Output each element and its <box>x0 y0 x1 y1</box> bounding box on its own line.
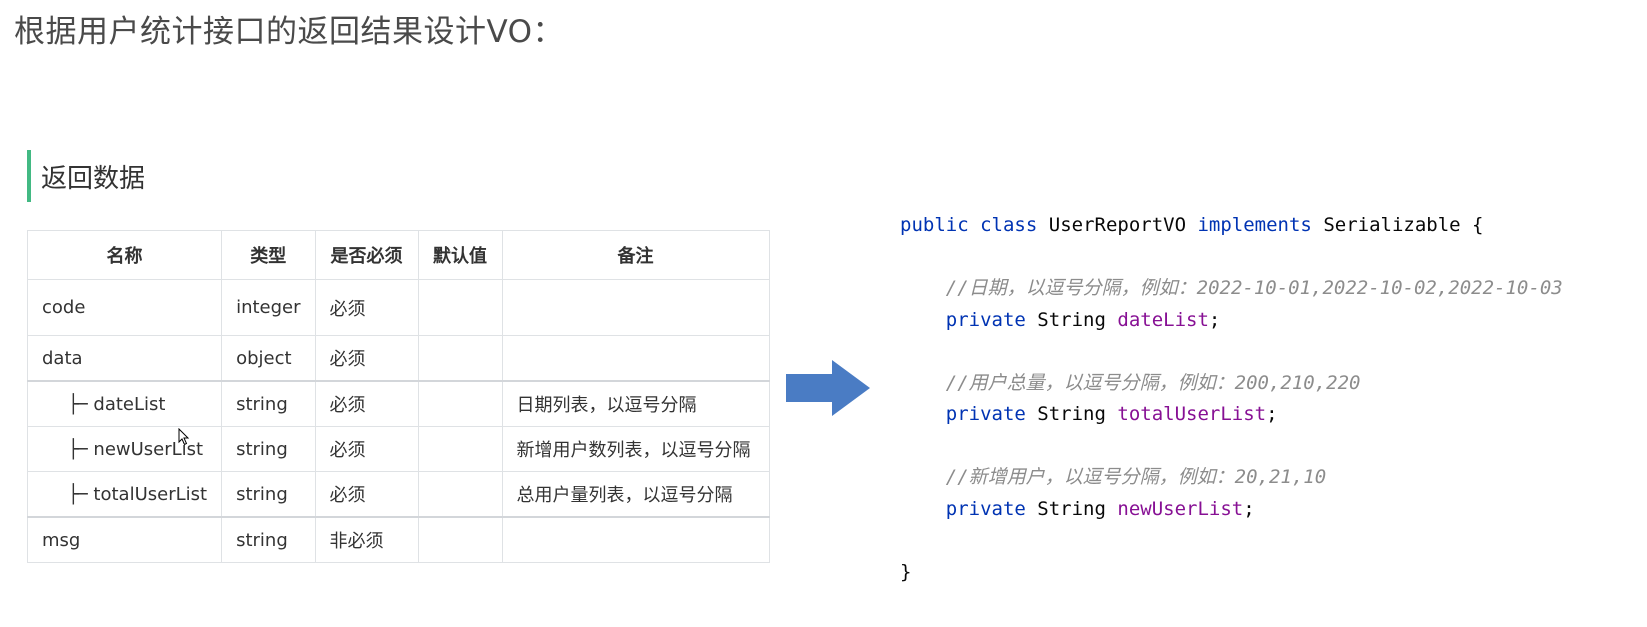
code-comment-new: //新增用户，以逗号分隔，例如：20,21,10 <box>945 466 1327 488</box>
code-field-type: String <box>1037 403 1106 425</box>
code-semicolon: ; <box>1208 308 1221 331</box>
cell-note: 总用户量列表，以逗号分隔 <box>501 471 770 518</box>
cell-name: ├─ dateList <box>26 380 223 427</box>
cell-default <box>417 380 503 427</box>
code-block: public class UserReportVO implements Ser… <box>900 210 1563 588</box>
right-arrow-icon <box>786 360 870 416</box>
table-header-row: 名称 类型 是否必须 默认值 备注 <box>26 230 770 280</box>
code-field-name: totalUserList <box>1117 403 1267 425</box>
code-keyword-private: private <box>945 403 1026 425</box>
cell-type: string <box>221 471 316 518</box>
code-line-comment: //新增用户，以逗号分隔，例如：20,21,10 <box>900 462 1563 494</box>
mouse-cursor-icon <box>178 428 190 446</box>
table-row: code integer 必须 <box>26 279 770 336</box>
column-header-note: 备注 <box>501 230 770 280</box>
column-header-type: 类型 <box>221 230 316 280</box>
code-comment-date: //日期，以逗号分隔，例如：2022-10-01,2022-10-02,2022… <box>945 277 1563 299</box>
response-data-table: 名称 类型 是否必须 默认值 备注 code integer 必须 data o… <box>26 230 770 563</box>
code-closing-brace: } <box>900 560 912 583</box>
table-row: ├─ totalUserList string 必须 总用户量列表，以逗号分隔 <box>26 471 770 518</box>
cell-name: code <box>26 279 223 336</box>
code-semicolon: ; <box>1243 497 1255 520</box>
cell-note <box>501 279 770 336</box>
arrow-shape <box>786 360 870 416</box>
cell-required: 必须 <box>314 426 419 472</box>
code-keyword-public: public <box>900 214 969 236</box>
cell-default <box>417 335 503 382</box>
tree-branch-icon: ├─ <box>68 438 88 460</box>
cell-note: 日期列表，以逗号分隔 <box>501 380 770 427</box>
code-keyword-implements: implements <box>1197 214 1312 236</box>
table-row: ├─ dateList string 必须 日期列表，以逗号分隔 <box>26 380 770 427</box>
cell-note: 新增用户数列表，以逗号分隔 <box>501 426 770 472</box>
code-field-type: String <box>1037 497 1106 520</box>
code-field-name: newUserList <box>1117 497 1244 520</box>
cell-default <box>417 516 503 563</box>
code-line-field: private String totalUserList; <box>900 399 1563 431</box>
cell-default <box>417 279 503 336</box>
cell-name: ├─ newUserList <box>26 426 223 472</box>
code-class-name: UserReportVO <box>1048 214 1187 236</box>
cell-type: object <box>221 335 316 382</box>
cell-default <box>417 426 503 472</box>
code-field-name: dateList <box>1117 308 1209 331</box>
table-row: data object 必须 <box>26 335 770 382</box>
cell-type: string <box>221 380 316 427</box>
code-line-field: private String dateList; <box>900 305 1563 337</box>
column-header-name: 名称 <box>26 230 223 280</box>
cell-type: string <box>221 426 316 472</box>
code-keyword-class: class <box>980 214 1038 236</box>
cell-required: 必须 <box>314 471 419 518</box>
cell-default <box>417 471 503 518</box>
cell-name: data <box>26 335 223 382</box>
code-field-type: String <box>1037 308 1106 331</box>
cell-name-text: totalUserList <box>93 483 208 505</box>
code-line-comment: //日期，以逗号分隔，例如：2022-10-01,2022-10-02,2022… <box>900 273 1563 305</box>
cell-required: 必须 <box>314 335 419 382</box>
tree-branch-icon: ├─ <box>68 393 88 415</box>
code-keyword-private: private <box>945 308 1026 331</box>
cell-type: integer <box>221 279 316 336</box>
table-row: msg string 非必须 <box>26 516 770 563</box>
code-semicolon: ; <box>1266 403 1278 425</box>
cell-name: ├─ totalUserList <box>26 471 223 518</box>
code-line-close: } <box>900 557 1563 589</box>
cell-type: string <box>221 516 316 563</box>
code-line-comment: //用户总量，以逗号分隔，例如：200,210,220 <box>900 368 1563 400</box>
code-line-class-declaration: public class UserReportVO implements Ser… <box>900 210 1563 242</box>
cell-note <box>501 335 770 382</box>
cell-name-text: dateList <box>93 393 166 415</box>
column-header-required: 是否必须 <box>314 230 419 280</box>
code-keyword-private: private <box>945 497 1026 520</box>
code-interface-name: Serializable { <box>1323 214 1484 236</box>
section-title: 返回数据 <box>41 163 146 194</box>
cell-required: 必须 <box>314 380 419 427</box>
column-header-default: 默认值 <box>417 230 503 280</box>
cell-required: 必须 <box>314 279 419 336</box>
code-line-field: private String newUserList; <box>900 494 1563 526</box>
cell-note <box>501 516 770 563</box>
tree-branch-icon: ├─ <box>68 483 88 505</box>
section-header: 返回数据 <box>27 150 145 202</box>
cell-required: 非必须 <box>314 516 419 563</box>
table-row: ├─ newUserList string 必须 新增用户数列表，以逗号分隔 <box>26 426 770 472</box>
page-title: 根据用户统计接口的返回结果设计VO： <box>14 14 565 50</box>
cell-name: msg <box>26 516 223 563</box>
code-comment-total: //用户总量，以逗号分隔，例如：200,210,220 <box>945 371 1361 394</box>
